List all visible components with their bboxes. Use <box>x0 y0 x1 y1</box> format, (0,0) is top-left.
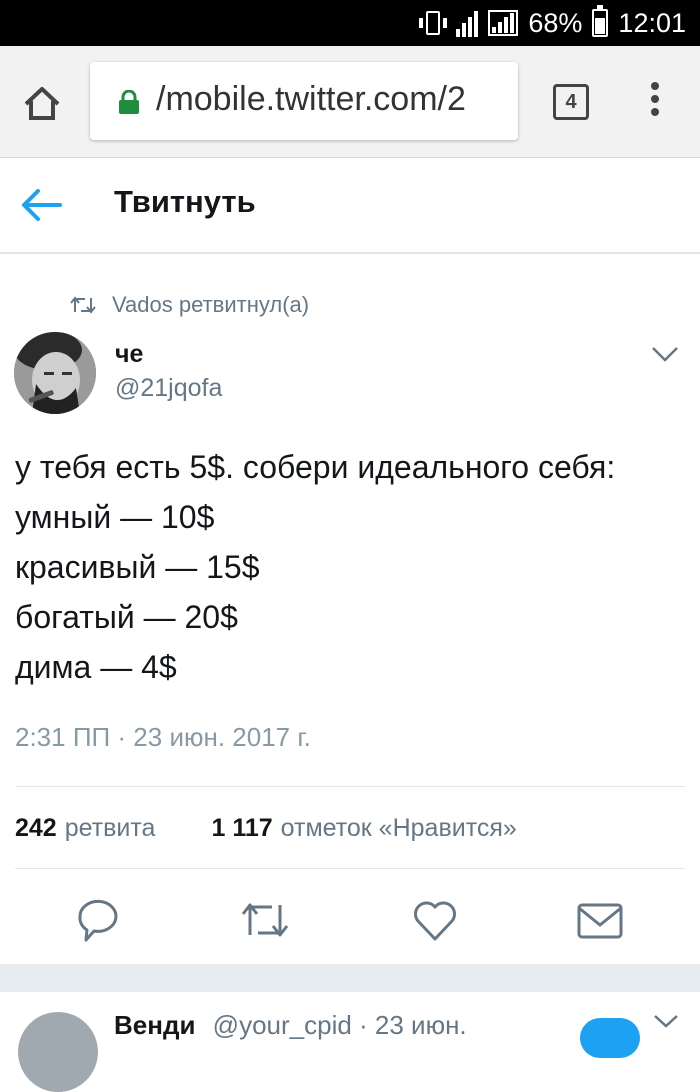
tweet-line: богатый — 20$ <box>15 599 238 635</box>
signal-sim2-icon <box>488 10 519 36</box>
retweets-stat[interactable]: 242 ретвита <box>15 814 155 843</box>
chevron-down-icon[interactable] <box>650 342 680 366</box>
divider <box>15 868 685 869</box>
tweet-timestamp[interactable]: 2:31 ПП · 23 июн. 2017 г. <box>15 722 311 753</box>
overflow-menu-icon[interactable] <box>645 82 665 126</box>
heart-icon[interactable] <box>410 895 460 945</box>
tweet-line: красивый — 15$ <box>15 549 260 585</box>
author-name: Венди <box>114 1010 196 1040</box>
tweet-line: у тебя есть 5$. собери идеального себя: <box>15 449 616 485</box>
status-bar: 68% 12:01 <box>0 0 700 46</box>
back-arrow-icon[interactable] <box>20 188 62 222</box>
retweet-icon <box>70 296 96 314</box>
tweet-stats: 242 ретвита 1 117 отметок «Нравится» <box>15 814 517 843</box>
retweet-context[interactable]: Vados ретвитнул(а) <box>70 292 309 318</box>
clock: 12:01 <box>618 7 686 38</box>
retweet-label: Vados ретвитнул(а) <box>112 292 310 317</box>
home-icon[interactable] <box>22 84 62 124</box>
divider <box>15 786 685 787</box>
page-title: Твитнуть <box>114 184 256 219</box>
likes-count: 1 117 <box>211 814 273 842</box>
retweets-label: ретвита <box>64 814 156 842</box>
lock-icon <box>118 89 140 114</box>
tweet-line: умный — 10$ <box>15 499 215 535</box>
likes-stat[interactable]: 1 117 отметок «Нравится» <box>211 814 516 843</box>
tweet-line: дима — 4$ <box>15 649 177 685</box>
section-separator <box>0 964 700 992</box>
url-text: /mobile.twitter.com/2 <box>156 80 466 118</box>
page-header: Твитнуть <box>0 158 700 254</box>
next-tweet-header[interactable]: Венди @your_cpid · 23 июн. <box>114 1010 467 1041</box>
likes-label: отметок «Нравится» <box>280 814 517 842</box>
vibrate-icon <box>419 11 448 35</box>
tweet-text: у тебя есть 5$. собери идеального себя: … <box>15 442 685 692</box>
battery-percent: 68% <box>528 7 583 38</box>
reply-icon[interactable] <box>74 895 124 945</box>
url-bar[interactable]: /mobile.twitter.com/2 <box>90 62 518 140</box>
avatar[interactable] <box>14 332 96 414</box>
tabs-button[interactable]: 4 <box>553 84 589 120</box>
tweet-actions <box>0 895 700 955</box>
author-handle[interactable]: @21jqofa <box>115 374 222 403</box>
retweets-count: 242 <box>15 814 57 842</box>
avatar[interactable] <box>18 1012 98 1092</box>
author-name[interactable]: че <box>115 340 143 369</box>
retweet-icon[interactable] <box>240 895 290 945</box>
battery-icon <box>592 5 609 37</box>
envelope-icon[interactable] <box>575 895 625 945</box>
chevron-down-icon[interactable] <box>652 1014 680 1028</box>
browser-toolbar: /mobile.twitter.com/2 4 <box>0 46 700 158</box>
signal-sim1-icon <box>456 9 479 37</box>
author-handle: @your_cpid · 23 июн. <box>212 1010 467 1040</box>
follow-button[interactable] <box>580 1018 640 1058</box>
